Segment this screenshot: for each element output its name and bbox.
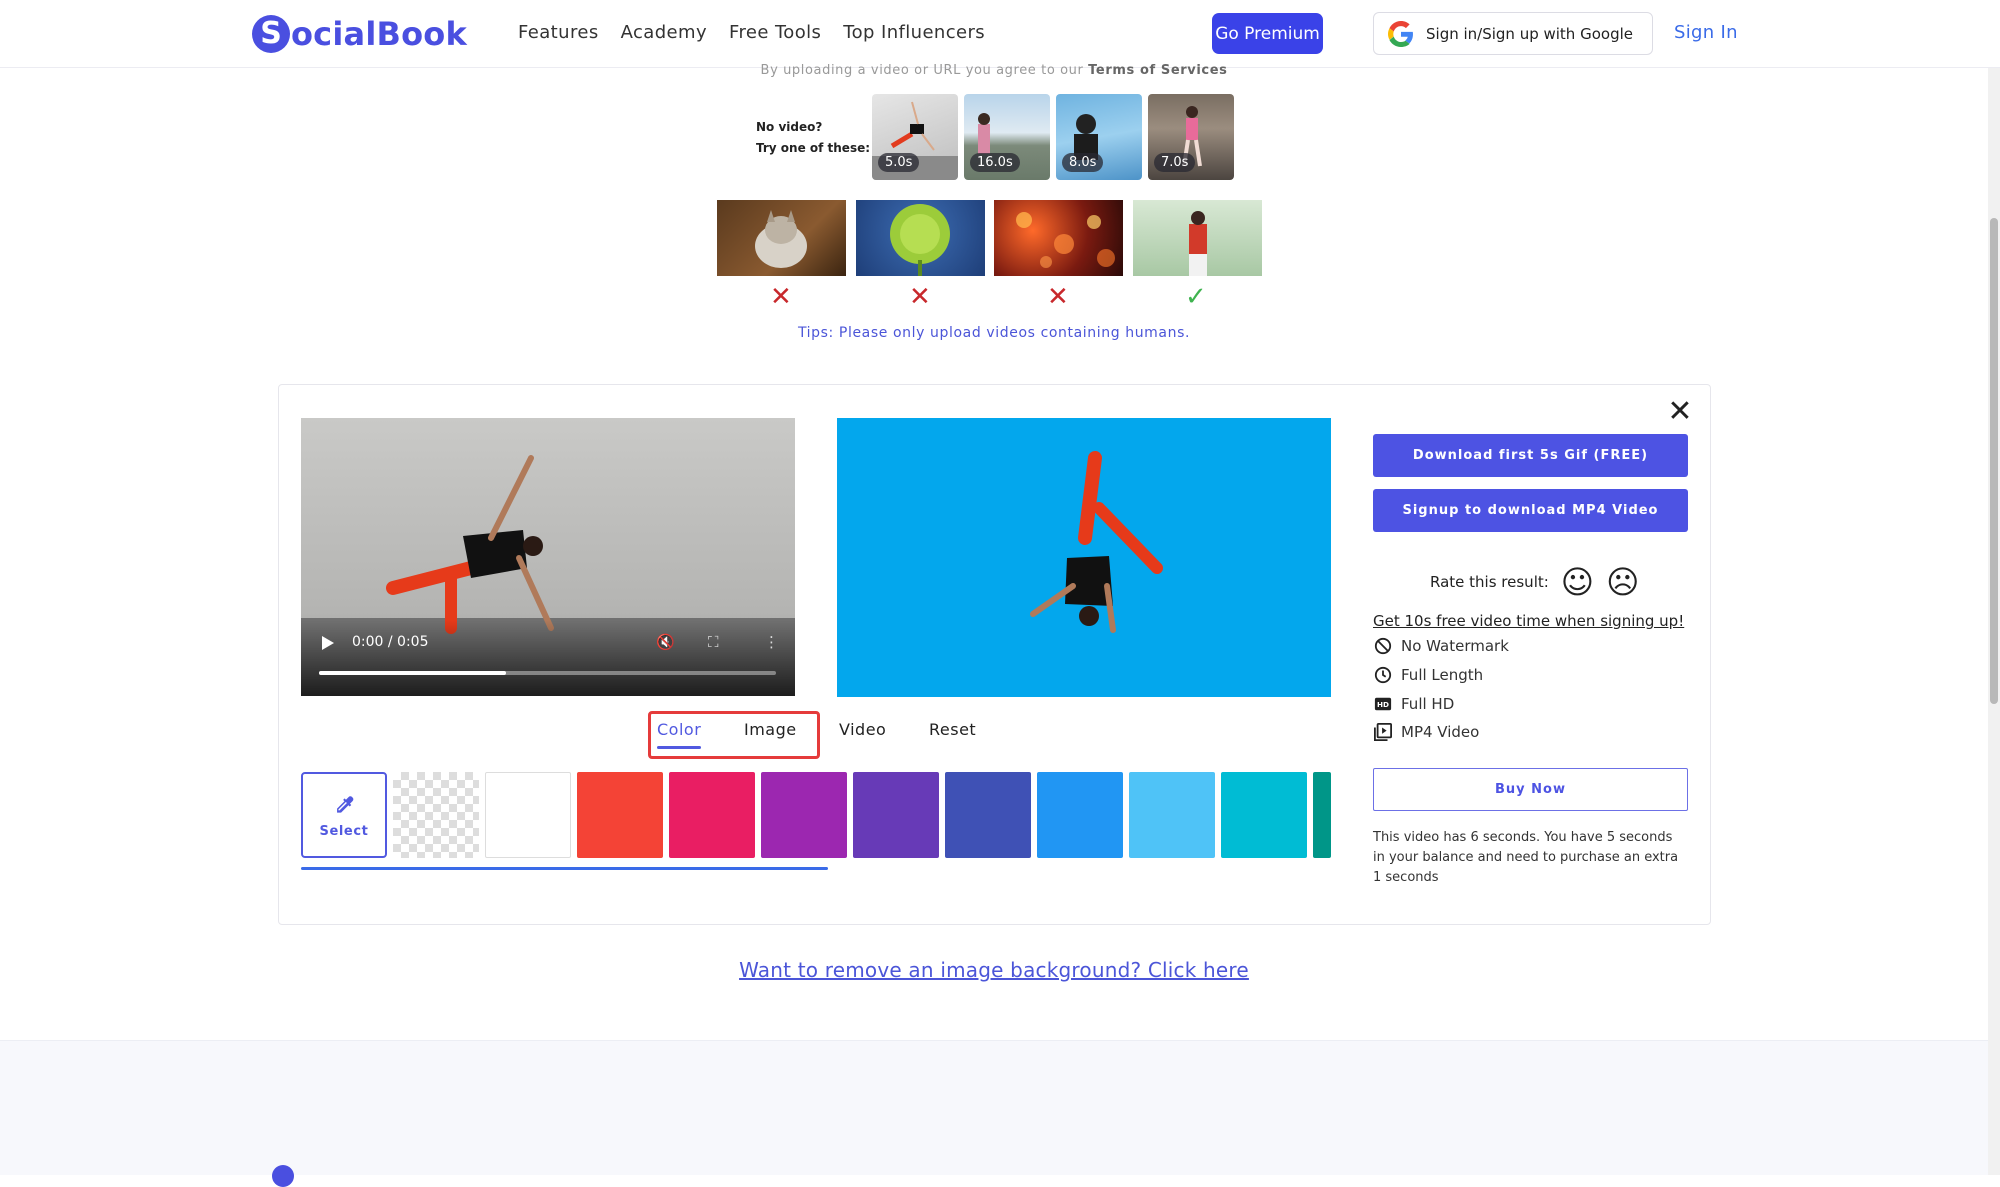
rate-label: Rate this result: (1430, 573, 1549, 591)
tab-reset[interactable]: Reset (929, 720, 976, 739)
sample-duration: 5.0s (878, 153, 920, 172)
google-signin-button[interactable]: Sign in/Sign up with Google (1373, 12, 1653, 55)
eyedropper-icon (337, 795, 354, 813)
feature-full-length: Full Length (1373, 665, 1483, 685)
tab-video[interactable]: Video (839, 720, 886, 739)
reject-cross-icon: ✕ (1047, 282, 1069, 312)
socialbook-logo[interactable]: S ocialBook (252, 12, 467, 56)
no-video-line2: Try one of these: (756, 141, 871, 155)
video-controls (301, 620, 795, 696)
balance-note: This video has 6 seconds. You have 5 sec… (1373, 830, 1679, 885)
buy-now-button[interactable]: Buy Now (1373, 768, 1688, 811)
cat-image (755, 210, 807, 268)
sample-video-2[interactable]: 16.0s (964, 94, 1050, 180)
sample-duration: 8.0s (1062, 153, 1104, 172)
sign-in-link[interactable]: Sign In (1674, 22, 1738, 43)
feature-mp4-video: MP4 Video (1373, 722, 1479, 742)
happy-face-icon[interactable]: ☺ (1561, 566, 1594, 598)
mute-icon[interactable]: 🔇 (656, 633, 675, 651)
play-icon[interactable] (322, 636, 334, 650)
google-signin-label: Sign in/Sign up with Google (1426, 24, 1633, 43)
sample-duration: 7.0s (1154, 153, 1196, 172)
example-bokeh (994, 200, 1123, 276)
page-scrollbar-thumb[interactable] (1990, 218, 1998, 704)
reject-cross-icon: ✕ (770, 282, 792, 312)
swatch-scrollbar[interactable] (301, 867, 828, 870)
swatch-transparent[interactable] (393, 772, 479, 858)
nav-top-influencers[interactable]: Top Influencers (843, 22, 985, 43)
feature-label: Full HD (1401, 695, 1455, 713)
google-icon (1388, 20, 1413, 47)
logo-text: ocialBook (291, 15, 467, 53)
feature-label: No Watermark (1401, 637, 1509, 655)
color-swatch[interactable] (1037, 772, 1123, 858)
hd-icon: HD (1373, 694, 1393, 714)
color-swatch[interactable] (1129, 772, 1215, 858)
example-flower (856, 200, 985, 276)
video-time: 0:00 / 0:05 (352, 634, 429, 650)
svg-text:HD: HD (1377, 700, 1389, 709)
feature-label: MP4 Video (1401, 723, 1480, 741)
more-options-icon[interactable]: ⋮ (764, 633, 779, 651)
color-swatch[interactable] (853, 772, 939, 858)
no-video-prompt: No video? Try one of these: (756, 117, 870, 159)
accept-check-icon: ✓ (1185, 282, 1207, 312)
result-preview (837, 418, 1331, 697)
color-picker-select-button[interactable]: Select (301, 772, 387, 858)
sample-duration: 16.0s (970, 153, 1020, 172)
go-premium-button[interactable]: Go Premium (1212, 13, 1323, 54)
color-swatch[interactable] (1313, 772, 1331, 858)
free-time-signup-link[interactable]: Get 10s free video time when signing up! (1373, 612, 1684, 630)
example-cat (717, 200, 846, 276)
color-swatch[interactable] (761, 772, 847, 858)
sample-video-4[interactable]: 7.0s (1148, 94, 1234, 180)
terms-prefix: By uploading a video or URL you agree to… (760, 63, 1089, 78)
remove-image-background-link[interactable]: Want to remove an image background? Clic… (0, 958, 1988, 982)
tab-color[interactable]: Color (657, 720, 701, 739)
flower-image (890, 204, 950, 276)
feature-no-watermark: No Watermark (1373, 636, 1509, 656)
color-swatch[interactable] (577, 772, 663, 858)
nav-academy[interactable]: Academy (621, 22, 707, 43)
cutout-figure (1030, 451, 1163, 633)
color-swatch[interactable] (485, 772, 571, 858)
no-watermark-icon (1373, 636, 1393, 656)
sample-video-1[interactable]: 5.0s (872, 94, 958, 180)
color-swatch[interactable] (1221, 772, 1307, 858)
logo-mark-icon: S (252, 15, 290, 53)
tab-image[interactable]: Image (744, 720, 797, 739)
video-file-icon (1373, 722, 1393, 742)
signup-download-mp4-button[interactable]: Signup to download MP4 Video (1373, 489, 1688, 532)
page-footer (0, 1040, 1988, 1175)
terms-of-service-link[interactable]: Terms of Services (1088, 63, 1227, 78)
example-person (1133, 200, 1262, 276)
color-swatch[interactable] (669, 772, 755, 858)
feature-label: Full Length (1401, 666, 1484, 684)
clock-icon (1373, 665, 1393, 685)
sample-video-3[interactable]: 8.0s (1056, 94, 1142, 180)
active-tab-indicator (657, 746, 701, 749)
color-swatch[interactable] (945, 772, 1031, 858)
terms-notice: By uploading a video or URL you agree to… (0, 63, 1988, 78)
fullscreen-icon[interactable]: ⛶ (708, 633, 719, 651)
upload-tips: Tips: Please only upload videos containi… (797, 325, 1191, 341)
site-header: S ocialBook Features Academy Free Tools … (0, 0, 2000, 68)
nav-features[interactable]: Features (518, 22, 599, 43)
feature-full-hd: HD Full HD (1373, 694, 1454, 714)
person-image (1189, 211, 1207, 276)
download-gif-button[interactable]: Download first 5s Gif (FREE) (1373, 434, 1688, 477)
main-nav: Features Academy Free Tools Top Influenc… (518, 22, 985, 43)
rate-result: Rate this result: ☺ ☹ (1430, 566, 1640, 598)
select-label: Select (319, 823, 369, 839)
nav-free-tools[interactable]: Free Tools (729, 22, 821, 43)
footer-logo-icon (272, 1165, 294, 1187)
no-video-line1: No video? (756, 120, 823, 134)
sad-face-icon[interactable]: ☹ (1606, 566, 1639, 598)
close-icon[interactable]: ✕ (1665, 394, 1695, 429)
reject-cross-icon: ✕ (909, 282, 931, 312)
video-progress-fill (319, 671, 507, 675)
bokeh-image (1016, 212, 1115, 268)
